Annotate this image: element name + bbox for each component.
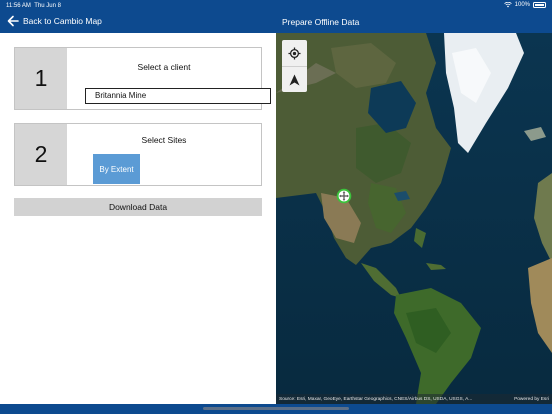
- powered-by-text: Powered by Esri: [514, 396, 549, 402]
- map-view[interactable]: Source: Esri, Maxar, GeoEye, Earthstar G…: [276, 33, 552, 404]
- compass-icon: [289, 74, 300, 85]
- status-clock: 11:56 AM: [6, 3, 31, 9]
- step-select-client: 1 Select a client Britannia Mine: [14, 47, 271, 110]
- battery-icon: [533, 2, 546, 8]
- arrow-left-icon: [7, 15, 19, 27]
- locate-icon: [288, 46, 301, 60]
- battery-percent: 100%: [514, 2, 530, 8]
- home-indicator[interactable]: [203, 407, 349, 410]
- back-button-label: Back to Cambio Map: [23, 16, 102, 26]
- step-number: 2: [15, 124, 67, 185]
- download-data-button[interactable]: Download Data: [14, 198, 262, 216]
- top-bar: 11:56 AM Thu Jun 8 100% Back to Cambio M…: [0, 0, 552, 33]
- pan-marker-icon[interactable]: [336, 188, 352, 204]
- step-number: 1: [15, 48, 67, 109]
- compass-button[interactable]: [282, 66, 307, 92]
- status-date: Thu Jun 8: [34, 3, 61, 9]
- step-label: Select Sites: [141, 135, 187, 145]
- status-time: 11:56 AM Thu Jun 8: [6, 3, 61, 9]
- nav-bar: Back to Cambio Map Prepare Offline Data: [0, 12, 552, 33]
- wifi-icon: [503, 2, 512, 8]
- locate-button[interactable]: [282, 40, 307, 66]
- status-bar: 11:56 AM Thu Jun 8 100%: [0, 0, 552, 12]
- step-label: Select a client: [137, 62, 191, 72]
- map-toolbar: [282, 40, 307, 92]
- attribution-text: Source: Esri, Maxar, GeoEye, Earthstar G…: [279, 396, 473, 402]
- status-indicators: 100%: [503, 2, 546, 8]
- back-button[interactable]: Back to Cambio Map: [7, 15, 102, 27]
- map-attribution: Source: Esri, Maxar, GeoEye, Earthstar G…: [276, 394, 552, 404]
- bottom-bar: [0, 404, 552, 414]
- offline-setup-panel: 1 Select a client Britannia Mine 2 Selec…: [0, 33, 276, 404]
- by-extent-button[interactable]: By Extent: [93, 154, 140, 184]
- client-field[interactable]: Britannia Mine: [85, 88, 271, 104]
- page-title: Prepare Offline Data: [282, 17, 360, 27]
- satellite-basemap: [276, 33, 552, 404]
- step-select-sites: 2 Select Sites By Extent: [14, 123, 262, 186]
